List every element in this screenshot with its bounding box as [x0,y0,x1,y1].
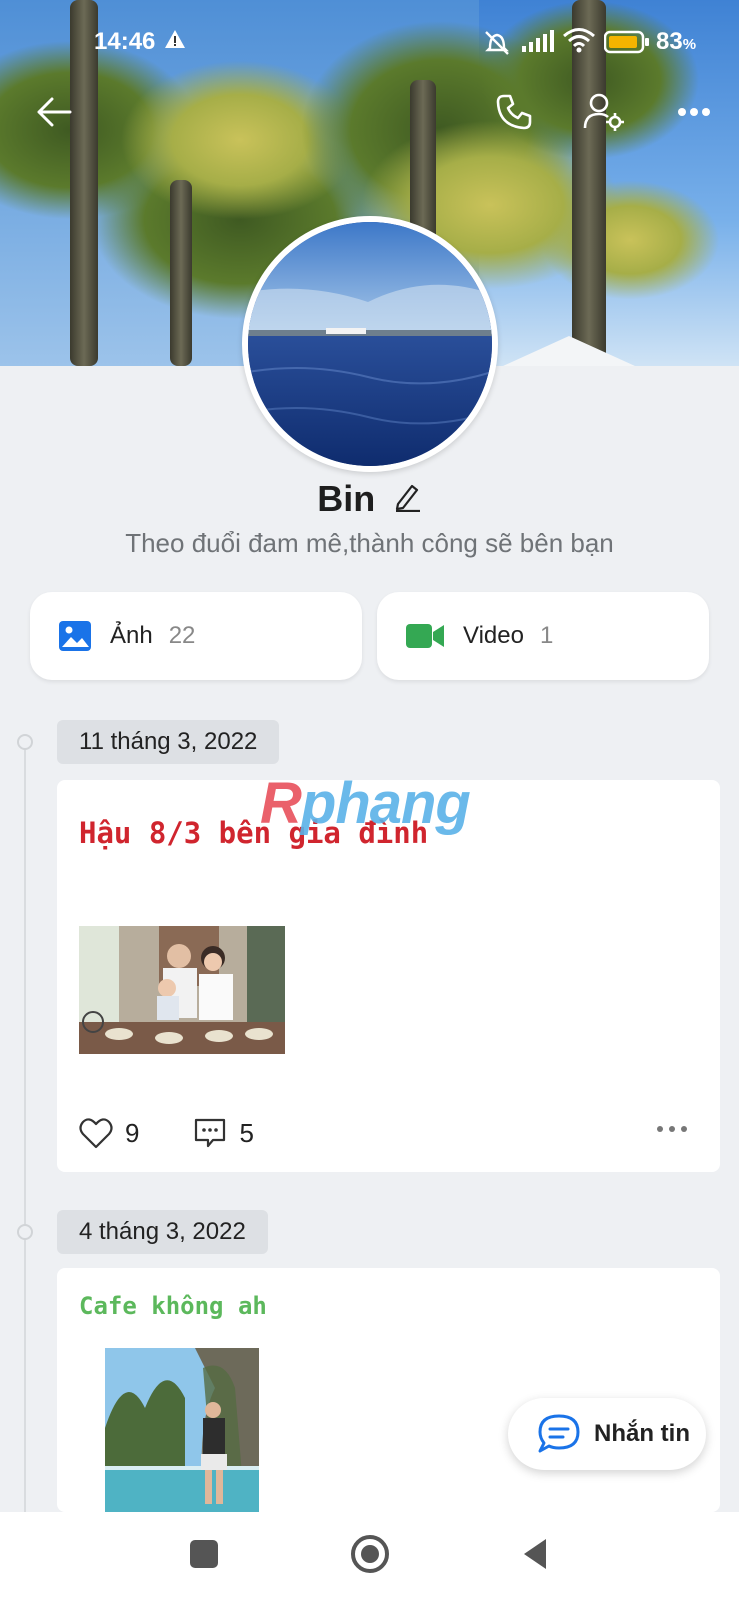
post-text: Cafe không ah [79,1292,267,1320]
back-nav-button[interactable] [520,1536,550,1577]
chat-bubble-icon [538,1414,580,1453]
send-message-label: Nhắn tin [594,1420,690,1447]
comment-count: 5 [239,1117,254,1148]
post-date: 4 tháng 3, 2022 [57,1210,268,1254]
like-count: 9 [125,1117,140,1148]
profile-name: Bin [317,478,376,519]
video-camera-icon [406,624,444,648]
home-circle-icon [351,1535,389,1573]
profile-toolbar [0,84,739,148]
status-bar: 14:46 83% [0,0,739,84]
timeline-line [24,740,26,1520]
square-icon [190,1540,218,1568]
post-card[interactable]: Hậu 8/3 bên gia đình 9 5 [57,780,720,1172]
post-card[interactable]: Cafe không ah [57,1268,720,1512]
videos-count: 1 [539,622,554,649]
timeline-dot [17,734,33,750]
user-settings-icon [583,93,624,131]
videos-card[interactable]: Video 1 [377,592,709,680]
photos-count: 22 [168,622,196,649]
post-image[interactable] [105,1348,259,1512]
videos-label: Video [463,622,524,649]
post-image[interactable] [79,926,285,1054]
comment-icon [195,1118,226,1148]
photos-label: Ảnh [110,622,153,649]
battery-percent: 83% [656,28,697,55]
post-actions: 9 5 [79,1116,254,1150]
battery-icon [603,30,650,59]
timeline-dot [17,1224,33,1240]
edit-name-button[interactable] [394,482,422,517]
more-dots-icon [678,108,710,116]
pencil-icon [395,484,420,512]
call-button[interactable] [490,88,538,136]
signal-icon [520,28,556,59]
photos-card[interactable]: Ảnh 22 [30,592,362,680]
wifi-icon [562,26,596,59]
back-arrow-icon [37,97,72,127]
recents-button[interactable] [188,1538,220,1575]
home-button[interactable] [350,1534,390,1579]
more-dots-icon [657,1126,687,1132]
send-message-button[interactable]: Nhắn tin [508,1398,706,1470]
like-button[interactable]: 9 [79,1117,139,1149]
warning-icon [164,28,186,55]
photo-icon [59,621,91,651]
post-more-button[interactable] [656,1120,688,1138]
comment-button[interactable]: 5 [193,1116,254,1150]
post-date: 11 tháng 3, 2022 [57,720,280,764]
heart-icon [79,1118,113,1149]
profile-settings-button[interactable] [580,88,628,136]
avatar[interactable] [242,216,498,472]
mute-icon [482,28,512,61]
more-options-button[interactable] [670,88,718,136]
phone-icon [496,94,532,130]
system-nav-bar [0,1512,739,1600]
back-button[interactable] [30,88,78,136]
status-time: 14:46 [94,28,156,55]
watermark-logo: Rphang [260,771,471,836]
profile-bio: Theo đuổi đam mê,thành công sẽ bên bạn [125,528,614,558]
profile-name-row: Bin [0,478,739,520]
triangle-back-icon [524,1539,546,1569]
